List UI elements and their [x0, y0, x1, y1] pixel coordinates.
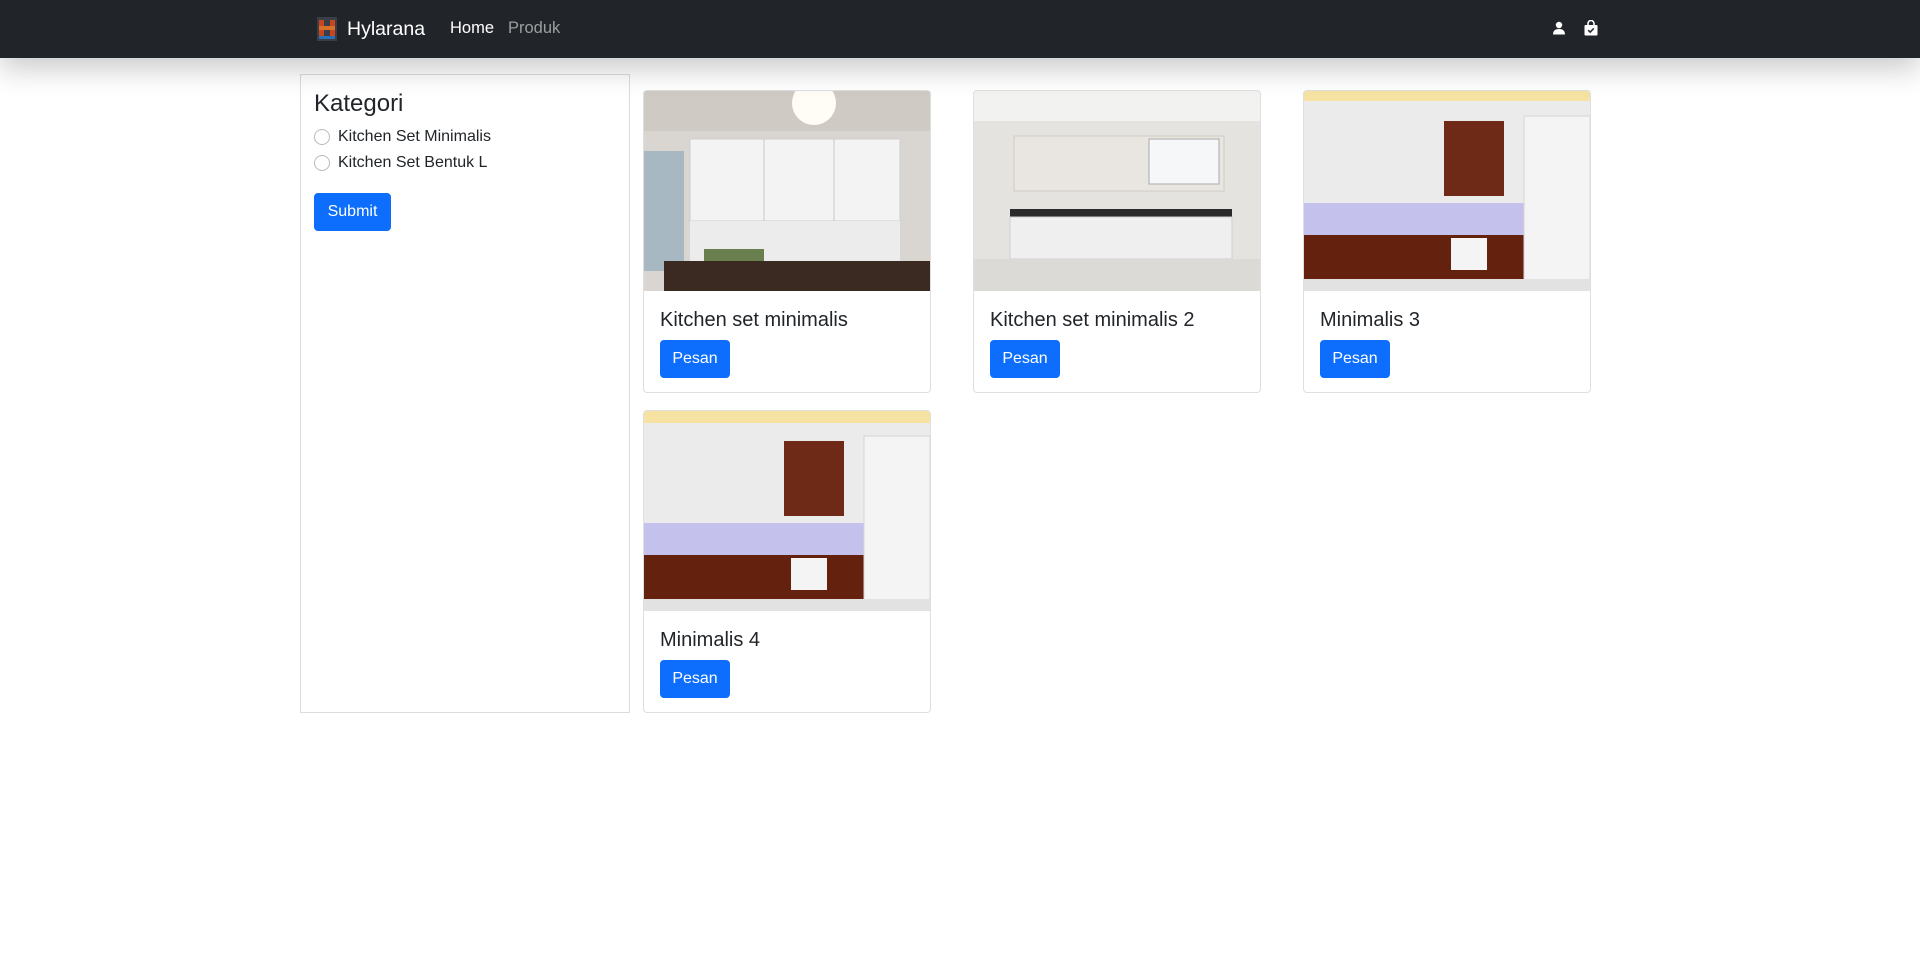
top-navbar: Hylarana Home Produk: [0, 0, 1920, 58]
category-option-label: Kitchen Set Bentuk L: [338, 154, 488, 171]
product-card: Minimalis 4 Pesan: [643, 410, 931, 713]
user-icon[interactable]: [1549, 18, 1569, 38]
navbar-container: Hylarana Home Produk: [300, 0, 1600, 58]
category-filter-panel: Kategori Kitchen Set Minimalis Kitchen S…: [300, 74, 630, 713]
product-image: [1304, 91, 1590, 291]
shopping-bag-icon[interactable]: [1581, 18, 1601, 38]
brand-logo-icon: [317, 17, 337, 41]
brand-link[interactable]: Hylarana: [317, 14, 425, 44]
product-title: Minimalis 3: [1320, 309, 1421, 331]
brand-name: Hylarana: [347, 17, 426, 40]
category-option-kitchen-set-bentuk-l[interactable]: Kitchen Set Bentuk L: [314, 150, 616, 176]
nav-link-produk[interactable]: Produk: [508, 18, 560, 38]
nav-link-home[interactable]: Home: [450, 18, 494, 38]
product-title: Kitchen set minimalis 2: [990, 309, 1195, 331]
product-image: [644, 411, 930, 611]
category-option-label: Kitchen Set Minimalis: [338, 128, 491, 145]
radio-button[interactable]: [314, 155, 330, 171]
product-title: Minimalis 4: [660, 629, 761, 651]
product-title: Kitchen set minimalis: [660, 309, 848, 331]
category-option-kitchen-set-minimalis[interactable]: Kitchen Set Minimalis: [314, 124, 616, 150]
pesan-button[interactable]: Pesan: [1320, 340, 1390, 378]
product-card: Minimalis 3 Pesan: [1303, 90, 1591, 393]
submit-button[interactable]: Submit: [314, 193, 391, 231]
pesan-button[interactable]: Pesan: [660, 340, 730, 378]
pesan-button[interactable]: Pesan: [660, 660, 730, 698]
product-image: [644, 91, 930, 291]
product-image: [974, 91, 1260, 291]
product-card: Kitchen set minimalis Pesan: [643, 90, 931, 393]
radio-button[interactable]: [314, 129, 330, 145]
product-card: Kitchen set minimalis 2 Pesan: [973, 90, 1261, 393]
user-icon-glyph: [1553, 21, 1565, 35]
category-title: Kategori: [314, 90, 404, 117]
shopping-bag-icon-glyph: [1584, 20, 1598, 36]
pesan-button[interactable]: Pesan: [990, 340, 1060, 378]
